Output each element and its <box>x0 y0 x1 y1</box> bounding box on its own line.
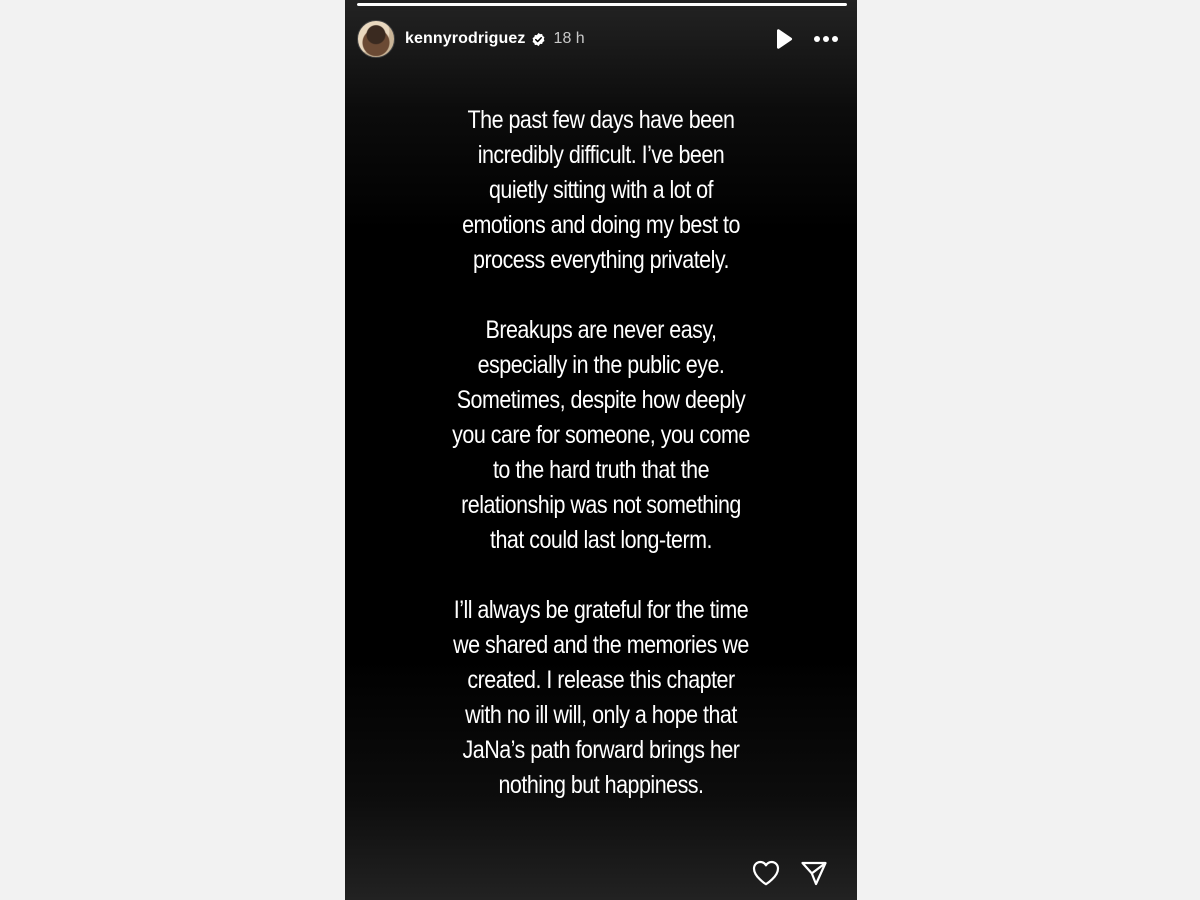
story-paragraph: The past few days have been incredibly d… <box>381 103 821 278</box>
story-text-line: we shared and the memories we <box>453 631 749 659</box>
story-text-line: The past few days have been <box>467 106 735 134</box>
play-icon[interactable] <box>771 26 797 52</box>
heart-icon[interactable] <box>751 858 781 888</box>
story-text-line: you care for someone, you come <box>452 421 750 449</box>
story-text-line: especially in the public eye. <box>477 351 725 379</box>
story-text-line: nothing but happiness. <box>498 771 704 799</box>
story-text-line: with no ill will, only a hope that <box>465 701 737 729</box>
story-text-line: emotions and doing my best to <box>462 211 740 239</box>
story-viewer[interactable]: kennyrodriguez 18 h The past few days ha… <box>345 0 857 900</box>
story-actions <box>751 858 829 888</box>
username[interactable]: kennyrodriguez <box>405 30 526 48</box>
story-paragraph: Breakups are never easy, especially in t… <box>381 313 821 558</box>
story-header: kennyrodriguez 18 h <box>357 19 841 59</box>
story-text: The past few days have been incredibly d… <box>381 103 821 803</box>
post-time: 18 h <box>553 30 585 47</box>
story-text-line: I’ll always be grateful for the time <box>453 596 749 624</box>
story-paragraph: I’ll always be grateful for the time we … <box>381 593 821 803</box>
story-progress-fill <box>357 3 847 6</box>
story-text-line: created. I release this chapter <box>467 666 735 694</box>
story-progress-bar <box>357 3 847 6</box>
avatar[interactable] <box>357 20 395 58</box>
story-text-line: incredibly difficult. I’ve been <box>477 141 725 169</box>
story-text-line: that could last long-term. <box>489 526 713 554</box>
story-text-line: Sometimes, despite how deeply <box>456 386 746 414</box>
more-options-icon[interactable] <box>811 26 841 52</box>
story-text-line: quietly sitting with a lot of <box>488 176 714 204</box>
page: kennyrodriguez 18 h The past few days ha… <box>0 0 1200 900</box>
story-text-line: relationship was not something <box>461 491 741 519</box>
verified-badge-icon <box>531 32 546 47</box>
send-icon[interactable] <box>799 858 829 888</box>
story-text-line: process everything privately. <box>473 246 729 274</box>
story-text-line: to the hard truth that the <box>492 456 710 484</box>
story-text-line: Breakups are never easy, <box>485 316 717 344</box>
story-text-line: JaNa’s path forward brings her <box>462 736 740 764</box>
